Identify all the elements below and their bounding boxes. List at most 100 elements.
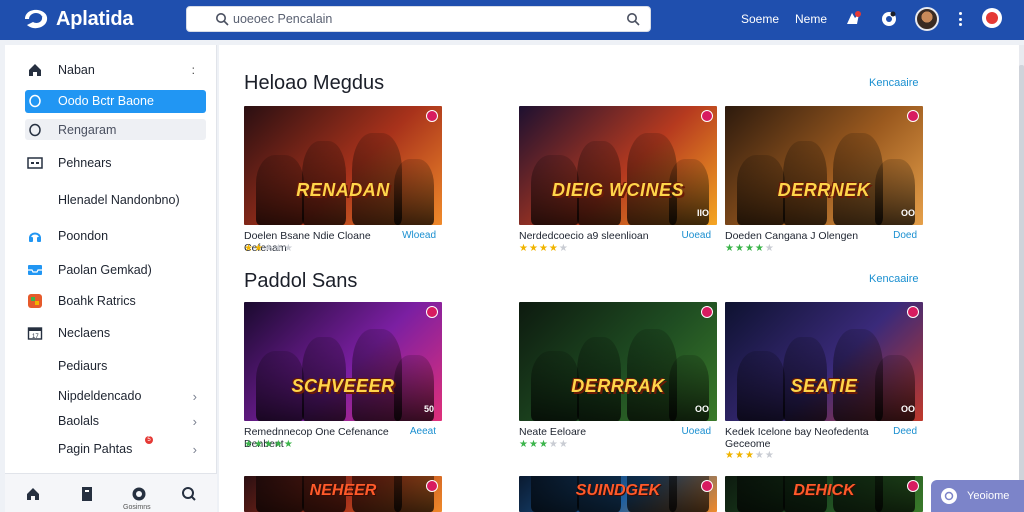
bookmark-icon[interactable] xyxy=(701,306,713,318)
game-thumbnail[interactable]: DEHICK xyxy=(725,476,923,512)
game-poster-title: SEATIE xyxy=(790,375,858,396)
grid-card-icon xyxy=(27,155,43,171)
rating-stars: ★★★★★ xyxy=(725,243,775,254)
scrollbar[interactable] xyxy=(1019,45,1024,512)
floating-action-button[interactable]: Yeoiome xyxy=(931,480,1024,512)
app-logo[interactable]: Aplatida xyxy=(22,7,133,31)
game-status[interactable]: Uoead xyxy=(682,230,711,241)
star-icon: ★ xyxy=(725,450,735,461)
rating-stars: ★★★★★ xyxy=(725,450,775,461)
sidebar-item-pehnears[interactable]: Pehnears xyxy=(5,151,217,175)
sidebar-item-home[interactable]: Naban : xyxy=(5,58,217,82)
game-thumbnail[interactable]: RENADAN xyxy=(244,106,442,225)
player-count: OO xyxy=(900,404,915,414)
star-icon: ★ xyxy=(244,439,254,450)
game-status[interactable]: Wloead xyxy=(402,230,436,241)
game-card[interactable]: SCHVEEER 50 Remednnecop One Cefenance Denb… xyxy=(244,302,442,462)
game-thumbnail[interactable]: DIEIG WCINES IIO xyxy=(519,106,717,225)
game-title[interactable]: Doeden Cangana J Olengen xyxy=(725,230,875,242)
home-icon[interactable] xyxy=(25,486,41,502)
game-card[interactable]: SEATIE OO Kedek Icelone bay Neofedenta Gec… xyxy=(725,302,923,462)
home-icon xyxy=(27,62,43,78)
sidebar-item-boahk[interactable]: Boahk Ratrics xyxy=(5,289,217,313)
game-card[interactable]: DERRNEK OO Doeden Cangana J Olengen Doed ★★★… xyxy=(725,106,923,266)
star-icon: ★ xyxy=(754,243,765,254)
sidebar-item-neclaens[interactable]: 17 Neclaens xyxy=(5,321,217,345)
game-title[interactable]: Nerdedcoecio a9 sleenlioan xyxy=(519,230,669,242)
bottom-nav-label: Gosimns xyxy=(123,504,151,511)
game-thumbnail[interactable]: DERRRAK OO xyxy=(519,302,717,421)
game-card[interactable]: RENADAN Doelen Bsane Ndie Cloane Cefenam W… xyxy=(244,106,442,266)
sidebar-item-active[interactable]: Oodo Bctr Baone xyxy=(5,89,217,113)
logo-icon xyxy=(25,9,48,29)
search-input[interactable]: uoeoec Pencalain xyxy=(233,12,332,26)
rating-stars: ★★★★★ xyxy=(519,439,569,450)
search-icon[interactable] xyxy=(181,486,197,502)
chevron-right-icon: › xyxy=(192,441,197,457)
sidebar-item-paolan[interactable]: Paolan Gemkad) xyxy=(5,258,217,282)
section-title: Paddol Sans xyxy=(244,270,358,292)
game-thumbnail[interactable]: SCHVEEER 50 xyxy=(244,302,442,421)
sidebar-item-pediaurs[interactable]: Pediaurs xyxy=(5,354,217,378)
sidebar-item-rengaram[interactable]: Rengaram xyxy=(5,118,217,142)
bookmark-icon[interactable] xyxy=(426,306,438,318)
game-status[interactable]: Uoead xyxy=(682,426,711,437)
user-avatar[interactable] xyxy=(915,7,939,31)
game-status[interactable]: Doed xyxy=(893,230,917,241)
header-link-1[interactable]: Soeme xyxy=(741,12,779,26)
search-icon xyxy=(216,13,229,26)
game-card[interactable]: SUINDGEK xyxy=(519,476,717,512)
section-see-all-link[interactable]: Kencaaire xyxy=(869,273,919,285)
calendar-icon: 17 xyxy=(27,325,43,341)
game-title[interactable]: Kedek Icelone bay Neofedenta Geceome xyxy=(725,426,875,450)
star-icon: ★ xyxy=(548,439,559,450)
star-icon: ★ xyxy=(528,243,539,254)
bookmark-icon[interactable] xyxy=(907,110,919,122)
more-menu-icon[interactable] xyxy=(953,9,967,29)
sidebar-item-pagin-pahtas[interactable]: Pagin Pahtas › xyxy=(5,437,217,461)
game-thumbnail[interactable]: NEHEER xyxy=(244,476,442,512)
sidebar-item-poondon[interactable]: Poondon xyxy=(5,224,217,248)
search-submit-icon[interactable] xyxy=(626,12,640,26)
sidebar-item-baolals[interactable]: Baolals › xyxy=(5,409,217,433)
achievements-icon[interactable] xyxy=(842,8,864,30)
bookmark-icon[interactable] xyxy=(426,480,438,492)
notification-icon[interactable] xyxy=(982,8,1002,28)
star-icon: ★ xyxy=(725,243,735,254)
bookmark-icon[interactable] xyxy=(701,110,713,122)
game-card[interactable]: DERRRAK OO Neate Eeloare Uoead ★★★★★ xyxy=(519,302,717,462)
game-thumbnail[interactable]: SEATIE OO xyxy=(725,302,923,421)
sidebar-item-nipdeldencado[interactable]: Nipdeldencado › xyxy=(5,384,217,408)
apps-icon xyxy=(27,293,43,309)
star-icon: ★ xyxy=(263,243,274,254)
game-thumbnail[interactable]: SUINDGEK xyxy=(519,476,717,512)
game-card[interactable]: NEHEER xyxy=(244,476,442,512)
game-card[interactable]: DIEIG WCINES IIO Nerdedcoecio a9 sleenlioa… xyxy=(519,106,717,266)
scrollbar-thumb[interactable] xyxy=(1019,65,1024,505)
game-status[interactable]: Deed xyxy=(893,426,917,437)
section-see-all-link[interactable]: Kencaaire xyxy=(869,77,919,89)
star-icon: ★ xyxy=(558,243,569,254)
chat-icon[interactable] xyxy=(131,486,147,502)
star-icon: ★ xyxy=(273,439,284,450)
chevron-right-icon: › xyxy=(192,388,197,404)
header-link-2[interactable]: Neme xyxy=(795,12,827,26)
library-icon[interactable] xyxy=(79,486,95,502)
bookmark-icon[interactable] xyxy=(907,480,919,492)
settings-icon[interactable] xyxy=(878,8,900,30)
bookmark-icon[interactable] xyxy=(907,306,919,318)
bookmark-icon[interactable] xyxy=(426,110,438,122)
search-bar[interactable]: uoeoec Pencalain xyxy=(186,6,651,32)
game-poster-title: DIEIG WCINES xyxy=(551,179,684,200)
sidebar-item-hlenadel[interactable]: Hlenadel Nandonbno) xyxy=(5,188,217,212)
game-thumbnail[interactable]: DERRNEK OO xyxy=(725,106,923,225)
app-title: Aplatida xyxy=(56,7,134,30)
star-icon: ★ xyxy=(519,243,529,254)
compass-icon xyxy=(27,93,43,109)
game-status[interactable]: Aeeat xyxy=(410,426,436,437)
sidebar: Naban : Oodo Bctr Baone Rengaram Pehnear… xyxy=(5,45,217,512)
star-icon: ★ xyxy=(548,243,559,254)
game-card[interactable]: DEHICK xyxy=(725,476,923,512)
game-title[interactable]: Neate Eeloare xyxy=(519,426,669,438)
bookmark-icon[interactable] xyxy=(701,480,713,492)
